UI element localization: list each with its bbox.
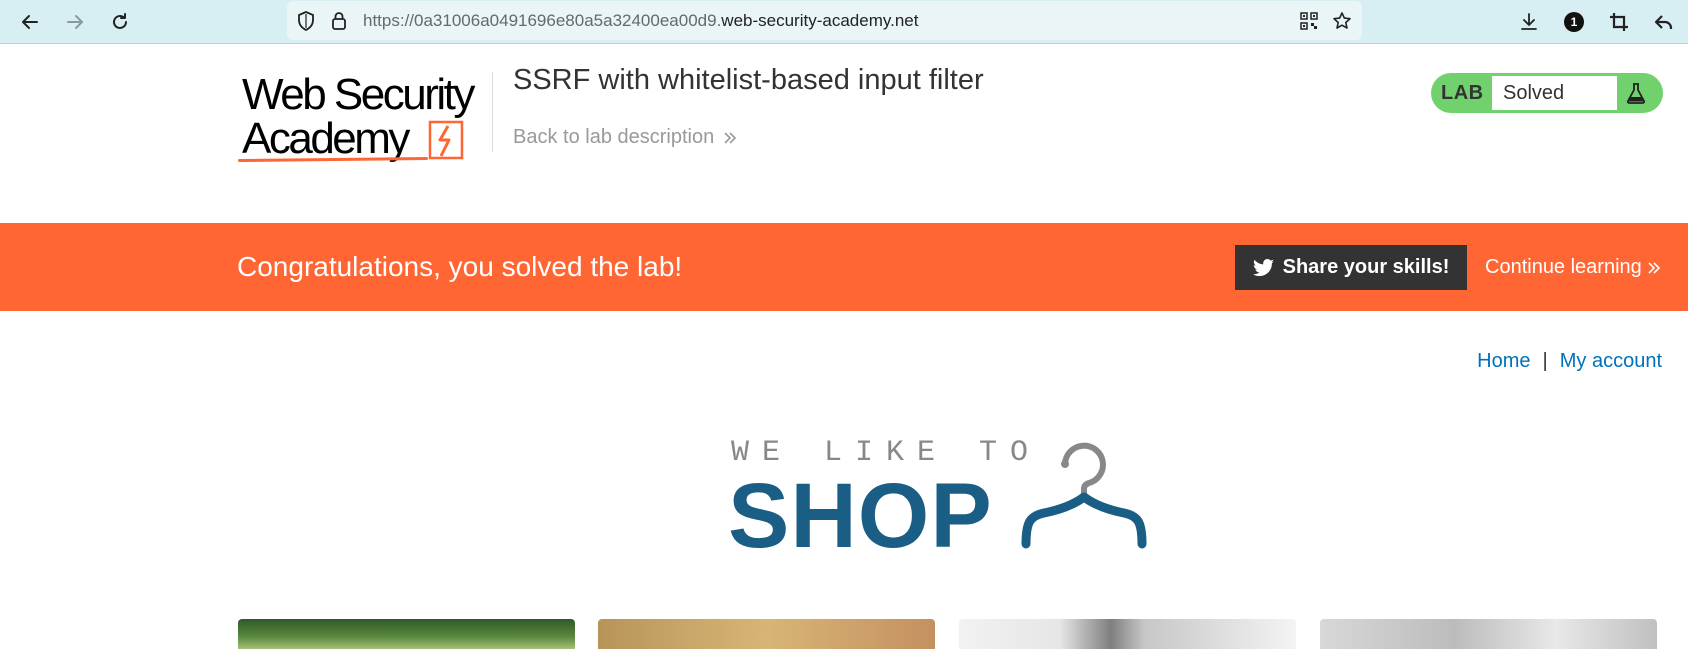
crop-icon[interactable]	[1603, 6, 1635, 38]
share-skills-label: Share your skills!	[1282, 256, 1450, 278]
congratulations-message: Congratulations, you solved the lab!	[237, 251, 683, 282]
forward-arrow-icon[interactable]	[59, 6, 91, 38]
lab-tag: LAB	[1441, 82, 1484, 104]
shop-word: SHOP	[728, 465, 993, 567]
extension-badge-icon[interactable]: 1	[1558, 6, 1590, 38]
product-image-4[interactable]	[1320, 619, 1657, 649]
download-icon[interactable]	[1513, 6, 1545, 38]
my-account-link[interactable]: My account	[1560, 350, 1662, 373]
extension-badge-count: 1	[1564, 12, 1584, 32]
shield-icon[interactable]	[294, 9, 318, 33]
reload-icon[interactable]	[104, 6, 136, 38]
back-arrow-icon[interactable]	[14, 6, 46, 38]
home-link[interactable]: Home	[1477, 350, 1530, 373]
url-text[interactable]: https://0a31006a0491696e80a5a32400ea00d9…	[363, 11, 918, 31]
product-image-2[interactable]	[598, 619, 935, 649]
bookmark-star-icon[interactable]	[1330, 9, 1354, 33]
continue-learning-label: Continue learning	[1485, 256, 1642, 278]
shop-banner: WE LIKE TO SHOP	[728, 436, 1168, 567]
share-skills-button[interactable]: Share your skills!	[1235, 245, 1467, 290]
url-domain: web-security-academy.net	[721, 11, 919, 30]
product-image-3[interactable]	[959, 619, 1296, 649]
url-prefix: https://0a31006a0491696e80a5a32400ea00d9…	[363, 11, 722, 30]
double-chevron-right-icon	[724, 131, 737, 144]
header-divider	[492, 72, 493, 152]
web-security-academy-logo[interactable]: Web Security Academy	[237, 70, 490, 166]
lab-title: SSRF with whitelist-based input filter	[513, 64, 984, 96]
twitter-icon	[1252, 258, 1274, 276]
reply-arrow-icon[interactable]	[1648, 6, 1680, 38]
flask-icon	[1621, 78, 1651, 108]
back-to-lab-description-link[interactable]: Back to lab description	[513, 126, 738, 149]
lab-status-text: Solved	[1503, 82, 1565, 104]
clothes-hanger-icon	[1021, 442, 1147, 549]
nav-separator: |	[1542, 350, 1548, 372]
back-link-label: Back to lab description	[513, 126, 715, 148]
logo-text-line1: Web Security	[242, 70, 475, 119]
lock-icon[interactable]	[327, 9, 351, 33]
browser-toolbar: https://0a31006a0491696e80a5a32400ea00d9…	[0, 0, 1688, 44]
address-bar[interactable]: https://0a31006a0491696e80a5a32400ea00d9…	[287, 1, 1362, 40]
qr-code-icon[interactable]	[1297, 9, 1321, 33]
logo-lightning-icon	[428, 120, 464, 160]
top-navigation: Home | My account	[1477, 350, 1662, 373]
product-image-1[interactable]	[238, 619, 575, 649]
lab-status-widget: LAB Solved	[1431, 73, 1663, 113]
congratulations-banner: Congratulations, you solved the lab! Sha…	[0, 223, 1688, 311]
continue-learning-link[interactable]: Continue learning	[1485, 256, 1662, 279]
double-chevron-right-icon	[1648, 261, 1660, 274]
